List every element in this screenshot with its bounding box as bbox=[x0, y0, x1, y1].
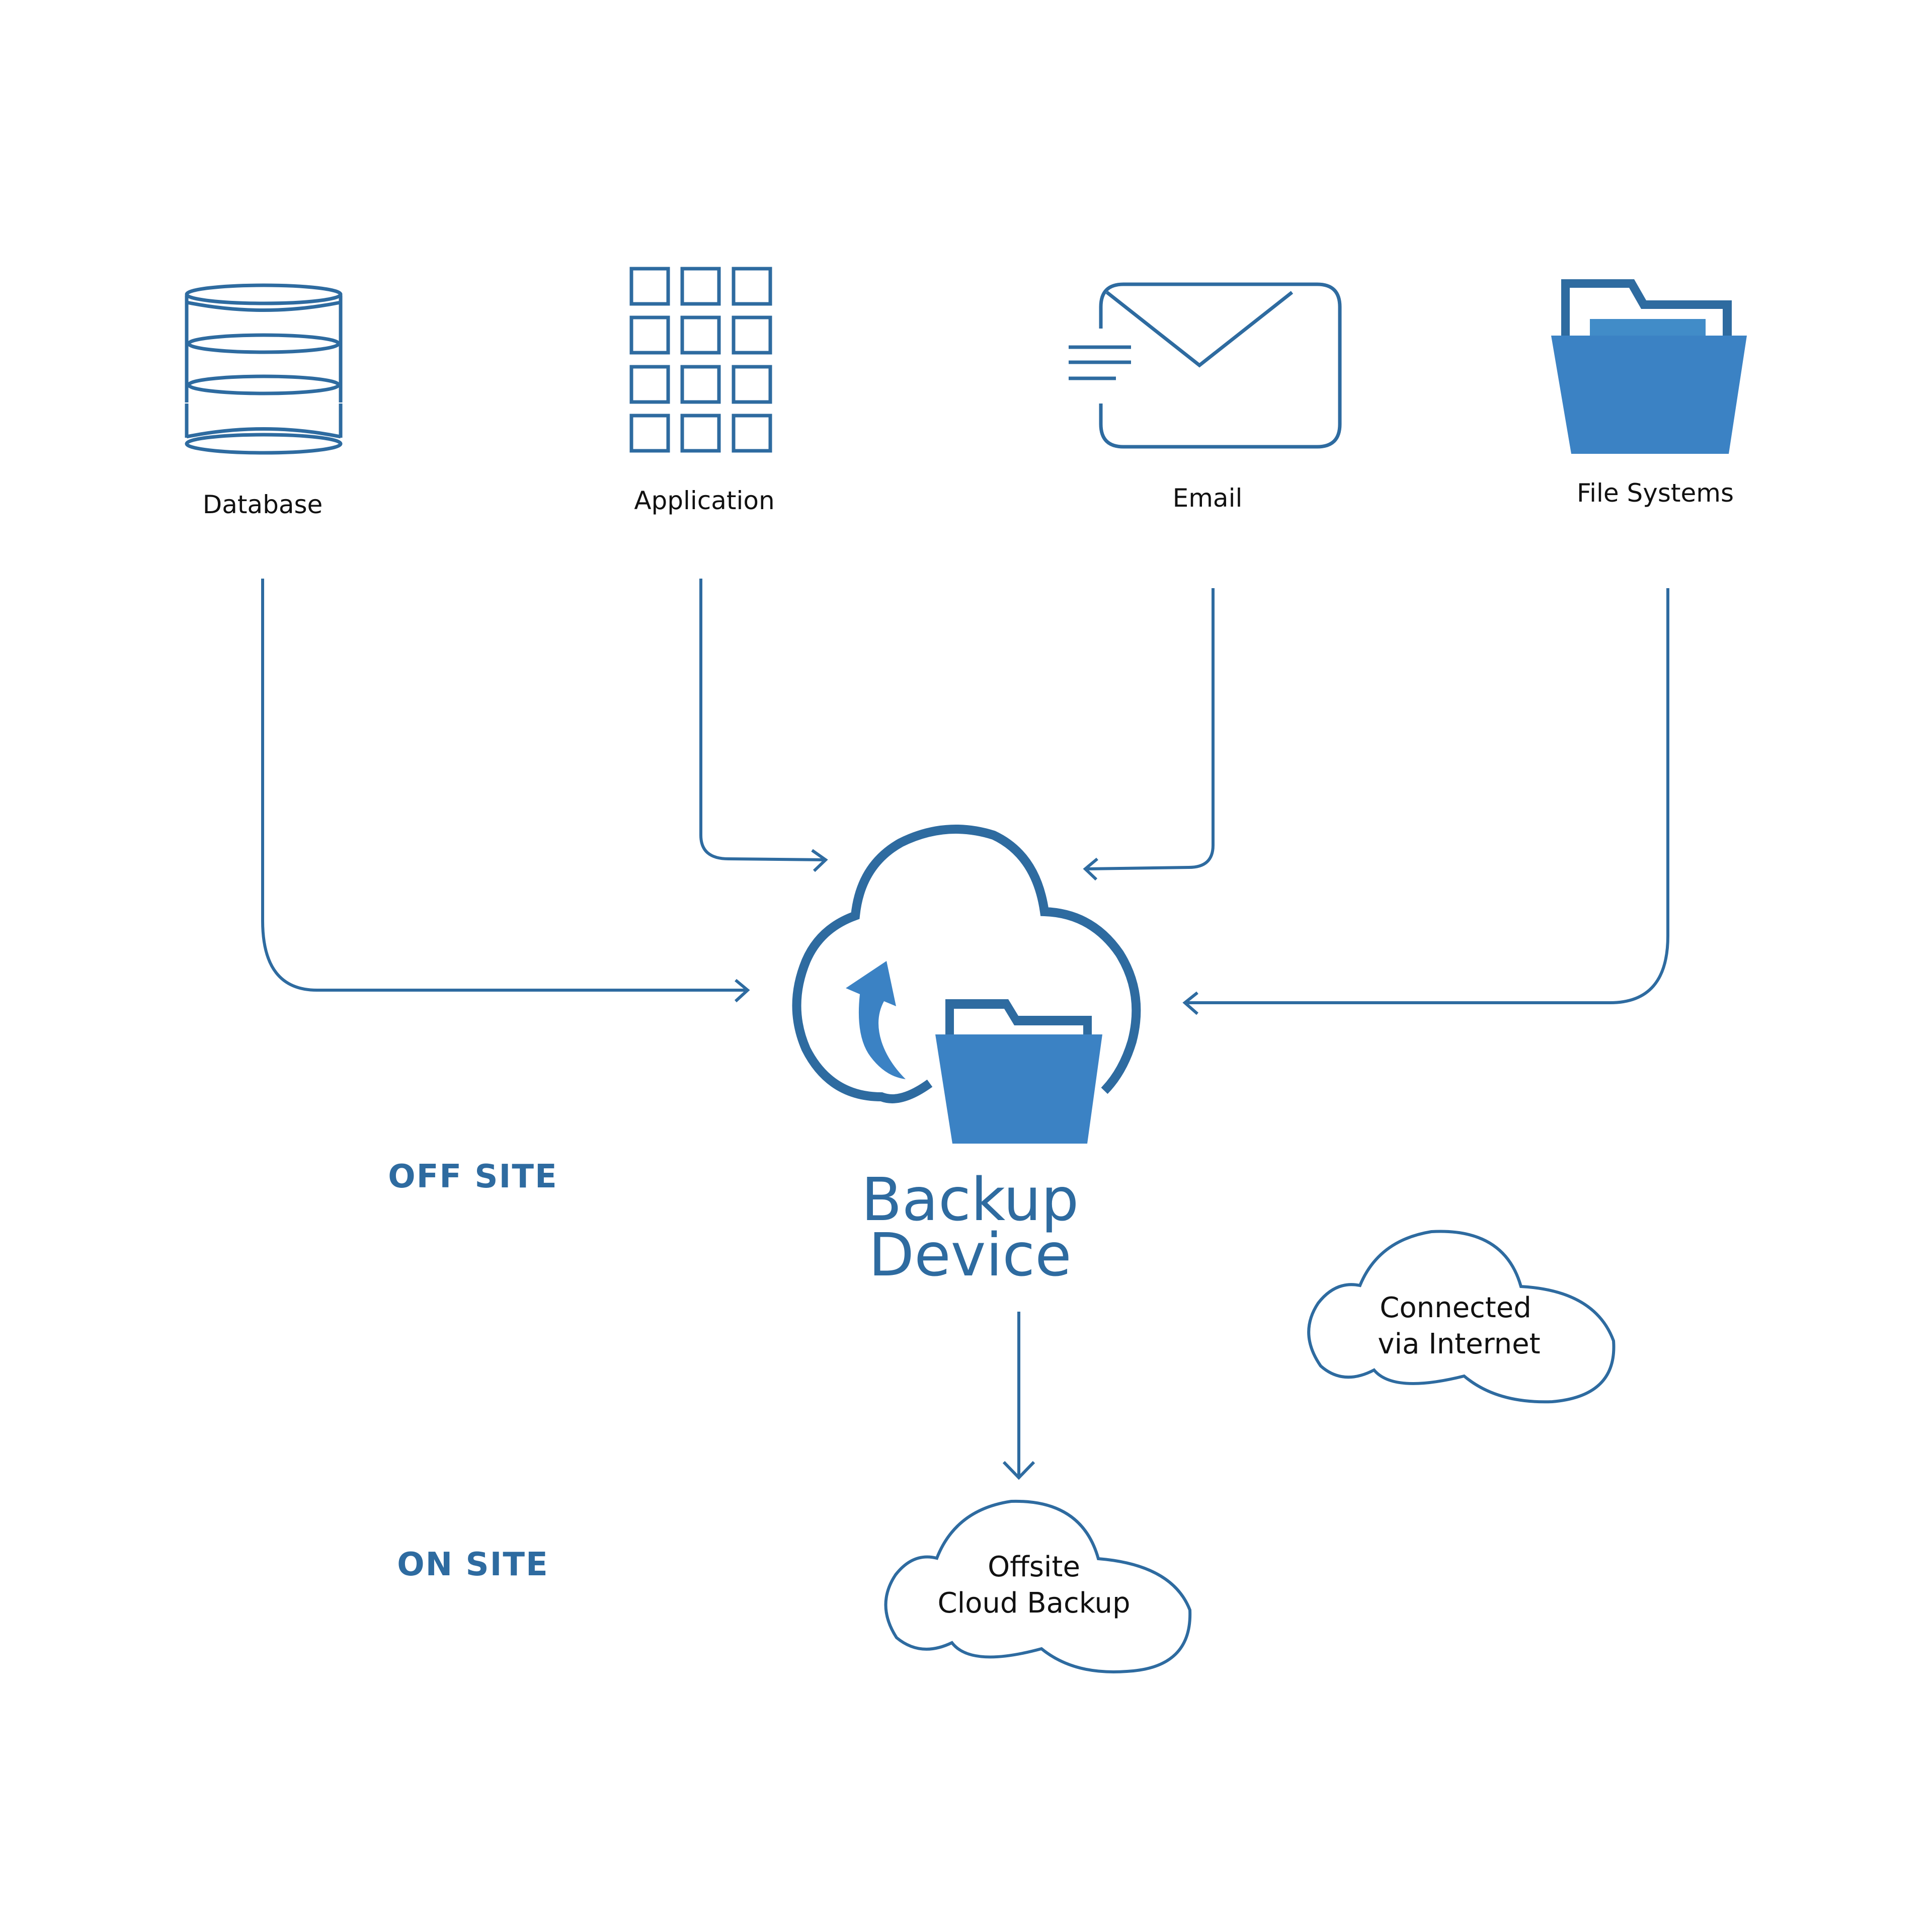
application-grid-cell bbox=[732, 414, 772, 453]
application-grid-cell bbox=[732, 315, 772, 355]
off-site-label: OFF SITE bbox=[388, 1158, 557, 1195]
internet-cloud: Connected via Internet bbox=[1307, 1230, 1616, 1404]
application-grid-cell bbox=[629, 315, 670, 355]
application-grid-icon bbox=[629, 267, 772, 453]
application-grid-cell bbox=[629, 365, 670, 404]
offsite-cloud-line1: Offsite bbox=[988, 1551, 1080, 1583]
application-grid-cell bbox=[732, 365, 772, 404]
offsite-cloud: Offsite Cloud Backup bbox=[884, 1499, 1192, 1674]
database-icon bbox=[185, 283, 343, 455]
connector-offsite-cloud bbox=[1002, 1312, 1035, 1480]
email-icon bbox=[1069, 282, 1342, 449]
application-grid-cell bbox=[732, 267, 772, 306]
database-label: Database bbox=[203, 490, 323, 519]
application-label: Application bbox=[634, 486, 774, 515]
email-label: Email bbox=[1173, 484, 1243, 513]
backup-diagram: Database Application Email File Systems bbox=[185, 267, 1747, 1674]
application-grid-cell bbox=[629, 267, 670, 306]
connector-application bbox=[699, 579, 828, 872]
application-grid-cell bbox=[680, 414, 721, 453]
connector-email bbox=[1083, 588, 1215, 881]
backup-device-title-line2: Device bbox=[868, 1220, 1072, 1290]
internet-cloud-line2: via Internet bbox=[1378, 1328, 1540, 1360]
folder-icon bbox=[1551, 279, 1747, 454]
cloud-backup-folder-icon bbox=[792, 825, 1141, 1144]
on-site-label: ON SITE bbox=[397, 1546, 549, 1583]
connector-database bbox=[261, 579, 750, 1003]
application-grid-cell bbox=[680, 315, 721, 355]
application-grid-cell bbox=[680, 365, 721, 404]
application-grid-cell bbox=[629, 414, 670, 453]
internet-cloud-line1: Connected bbox=[1380, 1292, 1532, 1324]
file-systems-label: File Systems bbox=[1577, 478, 1734, 508]
connector-file-systems bbox=[1182, 588, 1669, 1015]
application-grid-cell bbox=[680, 267, 721, 306]
offsite-cloud-line2: Cloud Backup bbox=[937, 1587, 1130, 1620]
